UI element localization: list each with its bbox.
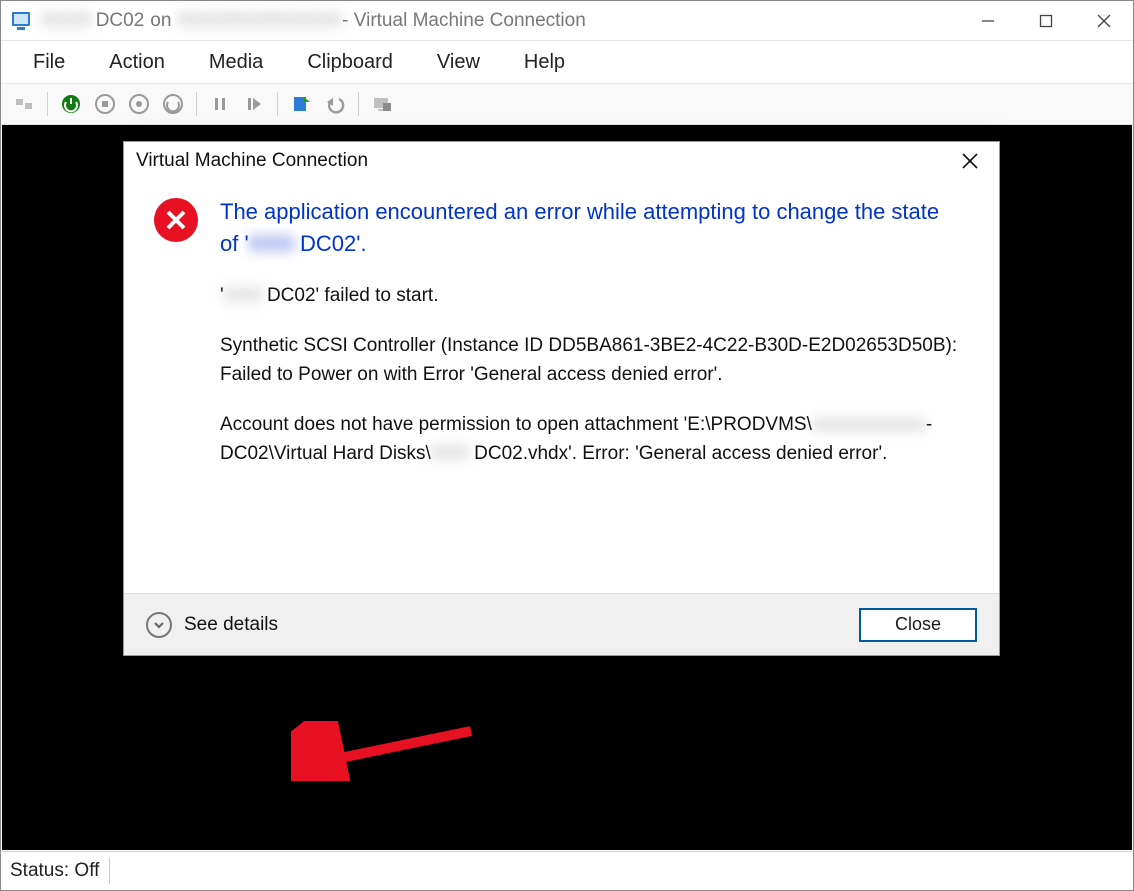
toolbar-separator [277, 92, 278, 116]
close-button[interactable]: Close [859, 608, 977, 642]
menu-file[interactable]: File [11, 45, 87, 80]
shutdown-button[interactable] [124, 89, 154, 119]
p3-blur1: xxxxxxxxxxxx [812, 414, 926, 435]
statusbar-separator [109, 858, 110, 884]
menu-help[interactable]: Help [502, 45, 587, 80]
menu-action[interactable]: Action [87, 45, 187, 80]
dialog-titlebar: Virtual Machine Connection [124, 142, 999, 180]
close-button-label: Close [895, 614, 941, 635]
p1-blur: XXX [224, 285, 262, 306]
toolbar-separator [47, 92, 48, 116]
status-bar: Status: Off [2, 851, 1132, 889]
title-vm-blur: XXXX [41, 10, 92, 32]
hyperv-app-icon [9, 9, 33, 33]
error-icon [154, 198, 198, 242]
p1-text2: DC02' failed to start. [262, 285, 439, 306]
dialog-detail-text: 'XXX DC02' failed to start. Synthetic SC… [220, 282, 969, 491]
title-host-blur: XXXXXXXXXXXXX [177, 10, 342, 32]
toolbar [1, 83, 1133, 125]
toolbar-separator [358, 92, 359, 116]
dialog-close-button[interactable] [953, 144, 987, 178]
title-vm-name: DC02 [96, 10, 145, 32]
checkpoint-button[interactable] [286, 89, 316, 119]
p2-text: Synthetic SCSI Controller (Instance ID D… [220, 332, 969, 389]
heading-blur: XXX- [249, 231, 300, 256]
toolbar-separator [196, 92, 197, 116]
title-suffix: - Virtual Machine Connection [342, 10, 586, 32]
see-details-label: See details [184, 614, 278, 636]
turnoff-button[interactable] [90, 89, 120, 119]
start-button[interactable] [56, 89, 86, 119]
chevron-down-icon [146, 612, 172, 638]
ctrlaltdel-button[interactable] [9, 89, 39, 119]
window-titlebar: XXXX DC02 on XXXXXXXXXXXXX - Virtual Mac… [1, 1, 1133, 41]
reset-button[interactable] [239, 89, 269, 119]
dialog-title: Virtual Machine Connection [136, 150, 368, 172]
heading-vmname: DC02 [300, 231, 356, 256]
dialog-heading: The application encountered an error whi… [220, 196, 940, 260]
p3-blur2: XXX [431, 443, 469, 464]
window-controls [959, 1, 1133, 41]
heading-text-end: '. [356, 231, 366, 256]
dialog-body: The application encountered an error whi… [124, 180, 999, 593]
error-dialog: Virtual Machine Connection The applicati… [123, 141, 1000, 656]
menu-clipboard[interactable]: Clipboard [285, 45, 415, 80]
revert-button[interactable] [320, 89, 350, 119]
enhanced-session-button[interactable] [367, 89, 397, 119]
maximize-button[interactable] [1017, 1, 1075, 41]
minimize-button[interactable] [959, 1, 1017, 41]
status-text: Status: Off [10, 860, 99, 882]
save-button[interactable] [158, 89, 188, 119]
pause-button[interactable] [205, 89, 235, 119]
menu-view[interactable]: View [415, 45, 502, 80]
menu-bar: File Action Media Clipboard View Help [1, 41, 1133, 83]
menu-media[interactable]: Media [187, 45, 285, 80]
see-details-toggle[interactable]: See details [146, 612, 278, 638]
title-on: on [150, 10, 171, 32]
p3-text-a: Account does not have permission to open… [220, 414, 812, 435]
p3-text-c: DC02.vhdx'. Error: 'General access denie… [469, 443, 888, 464]
dialog-footer: See details Close [124, 593, 999, 655]
close-window-button[interactable] [1075, 1, 1133, 41]
